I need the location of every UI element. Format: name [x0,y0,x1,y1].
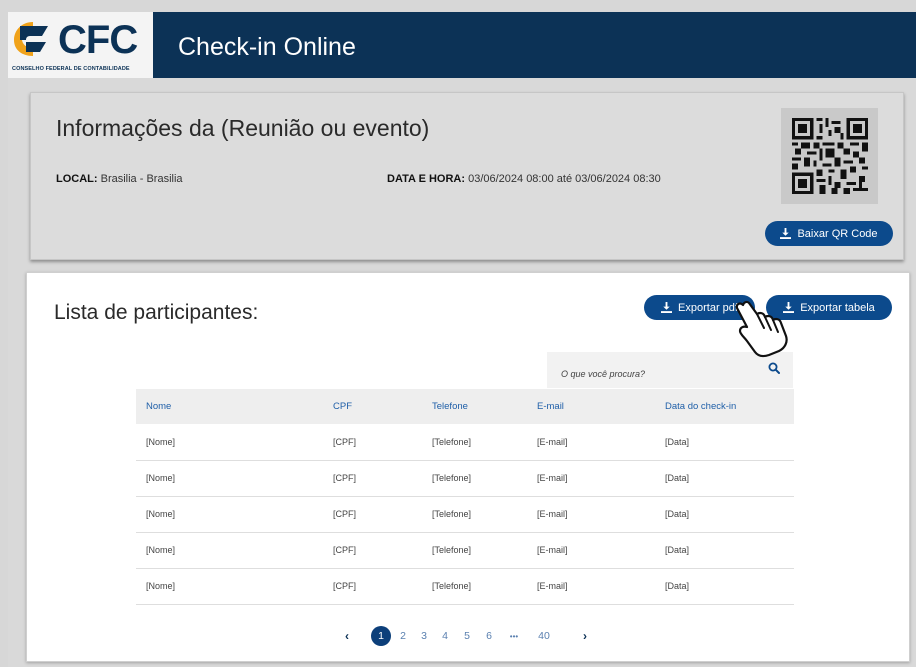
download-icon [780,228,792,239]
cell-nome: [Nome] [146,545,176,555]
pagination-page-3[interactable]: 3 [417,626,431,646]
cell-nome: [Nome] [146,436,176,447]
datetime-label: DATA E HORA: [387,173,466,185]
pagination-ellipsis: ••• [509,631,519,641]
participants-table: Nome CPF Telefone E-mail Data do check-i… [136,389,794,605]
cell-cpf: [CPF] [333,509,357,519]
cfc-logo-icon [14,22,48,56]
cell-cpf: [CPF] [333,581,357,591]
cell-telefone: [Telefone] [432,545,472,555]
event-location: LOCAL: Brasilia - Brasilia [56,173,183,185]
column-header-nome[interactable]: Nome [136,389,333,424]
table-row[interactable]: [Nome] [CPF] [Telefone] [E-mail] [Data] [136,532,794,568]
logo-text: CFC [58,18,138,62]
cell-email: [E-mail] [537,473,568,483]
download-qr-label: Baixar QR Code [797,227,878,240]
column-header-telefone[interactable]: Telefone [432,389,537,424]
cell-nome: [Nome] [146,581,176,591]
cell-telefone: [Telefone] [432,436,472,447]
cell-cpf: [CPF] [333,545,357,555]
pagination-prev-button[interactable]: ‹ [340,626,354,646]
cell-checkin: [Data] [665,545,690,555]
column-header-checkin[interactable]: Data do check-in [665,389,794,424]
datetime-value: 03/06/2024 08:00 até 03/06/2024 08:30 [468,173,661,185]
pagination-page-1[interactable]: 1 [371,626,391,646]
pagination-page-5[interactable]: 5 [460,626,474,646]
location-value: Brasilia - Brasilia [100,173,183,185]
cell-telefone: [Telefone] [432,509,472,519]
cell-checkin: [Data] [665,581,690,591]
cell-telefone: [Telefone] [432,473,472,483]
event-datetime: DATA E HORA: 03/06/2024 08:00 até 03/06/… [387,173,661,185]
cell-checkin: [Data] [665,509,690,519]
search-icon[interactable] [768,362,780,374]
table-header-row: Nome CPF Telefone E-mail Data do check-i… [136,389,794,424]
cell-email: [E-mail] [537,436,568,447]
column-header-email[interactable]: E-mail [537,389,665,424]
table-row[interactable]: [Nome] [CPF] [Telefone] [E-mail] [Data] [136,568,794,604]
event-title: Informações da (Reunião ou evento) [56,115,430,141]
qr-code-icon [792,118,868,194]
cell-email: [E-mail] [537,509,568,519]
hand-pointer-icon [735,300,788,358]
cell-cpf: [CPF] [333,436,357,447]
column-header-cpf[interactable]: CPF [333,389,432,424]
cell-cpf: [CPF] [333,473,357,483]
pagination: ‹ 1 2 3 4 5 6 ••• 40 › [340,626,600,646]
qr-code [781,108,878,204]
download-icon [661,302,673,313]
pagination-page-6[interactable]: 6 [482,626,496,646]
participants-title: Lista de participantes: [54,301,259,324]
location-label: LOCAL: [56,173,98,185]
logo-subtitle: CONSELHO FEDERAL DE CONTABILIDADE [12,66,130,72]
app-title: Check-in Online [178,33,356,61]
download-qr-button[interactable]: Baixar QR Code [765,221,893,246]
table-row[interactable]: [Nome] [CPF] [Telefone] [E-mail] [Data] [136,424,794,460]
cell-nome: [Nome] [146,509,176,519]
pagination-page-last[interactable]: 40 [533,626,555,646]
export-pdf-label: Exportar pdf [678,301,738,314]
export-table-label: Exportar tabela [800,301,875,314]
cell-nome: [Nome] [146,473,176,483]
cell-telefone: [Telefone] [432,581,472,591]
pagination-page-2[interactable]: 2 [396,626,410,646]
cell-checkin: [Data] [665,436,690,447]
cell-checkin: [Data] [665,473,690,483]
pagination-page-4[interactable]: 4 [438,626,452,646]
table-row[interactable]: [Nome] [CPF] [Telefone] [E-mail] [Data] [136,460,794,496]
cell-email: [E-mail] [537,581,568,591]
pagination-next-button[interactable]: › [578,626,592,646]
table-row[interactable]: [Nome] [CPF] [Telefone] [E-mail] [Data] [136,496,794,532]
cell-email: [E-mail] [537,545,568,555]
